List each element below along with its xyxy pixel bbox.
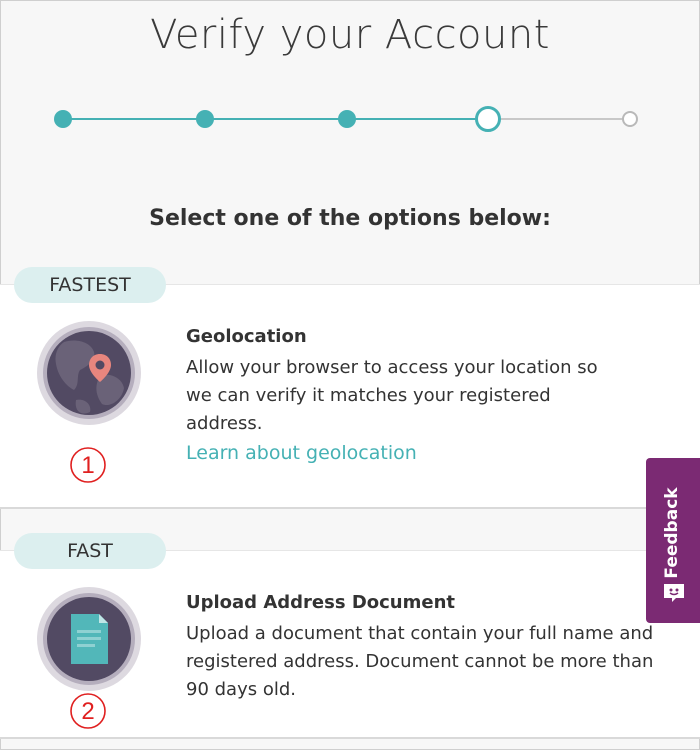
progress-stepper [0,0,700,160]
annotation-marker-2: 2 [70,693,106,729]
option-description-geolocation: Allow your browser to access your locati… [186,357,598,434]
step-5-pending [622,111,638,127]
learn-geolocation-link[interactable]: Learn about geolocation [186,442,417,464]
speed-badge-fast: FAST [14,533,166,569]
annotation-number-1: 1 [81,452,94,479]
step-2-complete [196,110,214,128]
feedback-label: Feedback [662,487,682,579]
option-title-upload-document: Upload Address Document [186,592,455,613]
step-1-complete [54,110,72,128]
annotation-marker-1: 1 [70,447,106,483]
step-4-current [475,106,501,132]
option-description-upload-document: Upload a document that contain your full… [186,623,654,700]
annotation-number-2: 2 [81,698,94,725]
globe-location-pin-icon [37,321,141,425]
stepper-line-1 [63,118,205,120]
stepper-line-2 [205,118,347,120]
speed-badge-fastest: FASTEST [14,267,166,303]
step-3-complete [338,110,356,128]
stepper-line-3 [347,118,488,120]
document-icon [37,587,141,691]
feedback-face-icon [664,584,684,602]
feedback-tab[interactable]: Feedback [646,458,700,623]
option-title-geolocation: Geolocation [186,326,307,347]
stepper-line-4 [488,118,630,120]
options-subtitle: Select one of the options below: [149,206,551,231]
